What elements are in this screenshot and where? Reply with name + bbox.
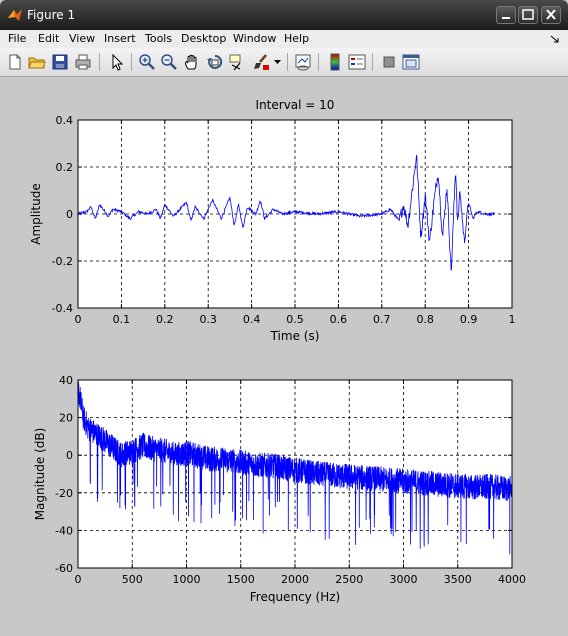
figure-canvas: 0 0.1 0.2 0.3 0.4 0.5 0.6 0.7 0.8 0.9 1 0.4 0.2 0 -0.2… bbox=[0, 77, 568, 632]
figure-svg: 0 0.1 0.2 0.3 0.4 0.5 0.6 0.7 0.8 0.9 1 0.4 0.2 0 -0.2… bbox=[29, 98, 526, 604]
maximize-button[interactable] bbox=[518, 6, 538, 24]
show-plot-tools-icon[interactable] bbox=[402, 53, 420, 71]
matlab-icon bbox=[8, 9, 22, 21]
time-xtick-label: 0 bbox=[75, 313, 82, 326]
frequency-xtick-label: 1000 bbox=[173, 573, 201, 586]
frequency-xtick-label: 0 bbox=[75, 573, 82, 586]
time-xtick-label: 0.3 bbox=[199, 313, 217, 326]
maximize-icon bbox=[522, 9, 534, 20]
frequency-ytick-label: 20 bbox=[59, 412, 73, 425]
time-xtick-label: 0.4 bbox=[243, 313, 261, 326]
frequency-xtick-label: 2000 bbox=[281, 573, 309, 586]
frequency-axes-xlabel: Frequency (Hz) bbox=[250, 590, 341, 604]
time-xtick-label: 0.7 bbox=[373, 313, 391, 326]
data-cursor-icon[interactable] bbox=[228, 53, 246, 71]
time-ytick-label: -0.2 bbox=[52, 255, 73, 268]
close-icon bbox=[546, 9, 556, 20]
rotate-3d-icon[interactable] bbox=[206, 53, 224, 71]
frequency-ytick-label: -60 bbox=[55, 562, 73, 575]
time-axes-ylabel: Amplitude bbox=[29, 183, 43, 245]
frequency-ytick-label: -40 bbox=[55, 524, 73, 537]
hide-plot-tools-icon[interactable] bbox=[380, 53, 398, 71]
zoom-out-icon[interactable] bbox=[160, 53, 178, 71]
print-icon[interactable] bbox=[74, 53, 92, 71]
time-xtick-label: 1 bbox=[509, 313, 516, 326]
time-xtick-label: 0.6 bbox=[330, 313, 348, 326]
minimize-button[interactable] bbox=[496, 6, 516, 24]
frequency-axes-ylabel: Magnitude (dB) bbox=[33, 428, 47, 521]
new-figure-icon[interactable] bbox=[6, 53, 24, 71]
frequency-ytick-label: 40 bbox=[59, 374, 73, 387]
menu-insert[interactable]: Insert bbox=[104, 32, 136, 45]
toolbar-separator bbox=[99, 53, 100, 71]
menu-help[interactable]: Help bbox=[284, 32, 309, 45]
dock-arrow-icon[interactable] bbox=[550, 35, 560, 43]
time-xtick-label: 0.8 bbox=[416, 313, 434, 326]
colorbar-icon[interactable] bbox=[326, 53, 344, 71]
menu-tools[interactable]: Tools bbox=[145, 32, 172, 45]
save-icon[interactable] bbox=[51, 53, 69, 71]
time-ytick-label: -0.4 bbox=[52, 302, 73, 315]
zoom-in-icon[interactable] bbox=[138, 53, 156, 71]
frequency-xtick-label: 3000 bbox=[390, 573, 418, 586]
time-ytick-label: 0.2 bbox=[56, 161, 74, 174]
time-xtick-label: 0.1 bbox=[113, 313, 131, 326]
toolbar-separator bbox=[372, 53, 373, 71]
edit-plot-cursor-icon[interactable] bbox=[108, 53, 126, 71]
frequency-xtick-label: 500 bbox=[122, 573, 143, 586]
window-titlebar[interactable]: Figure 1 bbox=[0, 0, 568, 30]
legend-icon[interactable] bbox=[348, 53, 366, 71]
brush-dropdown-icon[interactable] bbox=[274, 60, 282, 65]
brush-icon[interactable] bbox=[252, 53, 270, 71]
open-file-icon[interactable] bbox=[28, 53, 46, 71]
menu-edit[interactable]: Edit bbox=[38, 32, 59, 45]
menu-bar: File Edit View Insert Tools Desktop Wind… bbox=[0, 30, 568, 48]
frequency-ytick-label: -20 bbox=[55, 487, 73, 500]
menu-file[interactable]: File bbox=[8, 32, 26, 45]
frequency-xtick-label: 2500 bbox=[335, 573, 363, 586]
time-axes-title: Interval = 10 bbox=[256, 98, 335, 112]
toolbar-separator bbox=[131, 53, 132, 71]
link-plot-icon[interactable] bbox=[294, 53, 312, 71]
figure-toolbar bbox=[0, 48, 568, 77]
toolbar-separator bbox=[287, 53, 288, 71]
menu-desktop[interactable]: Desktop bbox=[181, 32, 226, 45]
time-axes[interactable]: 0 0.1 0.2 0.3 0.4 0.5 0.6 0.7 0.8 0.9 1 0.4 0.2 0 -0.2… bbox=[29, 98, 516, 343]
window-title: Figure 1 bbox=[27, 8, 76, 22]
pan-hand-icon[interactable] bbox=[183, 53, 201, 71]
time-xtick-label: 0.9 bbox=[460, 313, 478, 326]
menu-window[interactable]: Window bbox=[233, 32, 276, 45]
frequency-xtick-label: 3500 bbox=[444, 573, 472, 586]
minimize-icon bbox=[502, 17, 510, 19]
time-ytick-label: 0.4 bbox=[56, 114, 74, 127]
frequency-ytick-label: 0 bbox=[66, 449, 73, 462]
time-ytick-label: 0 bbox=[66, 208, 73, 221]
frequency-axes[interactable]: 0 500 1000 1500 2000 2500 3000 3500 4000 40 20 0 -20… bbox=[33, 374, 526, 604]
time-axes-xlabel: Time (s) bbox=[270, 329, 320, 343]
time-xtick-label: 0.5 bbox=[286, 313, 304, 326]
frequency-xtick-label: 4000 bbox=[498, 573, 526, 586]
menu-view[interactable]: View bbox=[69, 32, 95, 45]
close-button[interactable] bbox=[541, 6, 561, 24]
time-xtick-label: 0.2 bbox=[156, 313, 174, 326]
toolbar-separator bbox=[318, 53, 319, 71]
frequency-xtick-label: 1500 bbox=[227, 573, 255, 586]
